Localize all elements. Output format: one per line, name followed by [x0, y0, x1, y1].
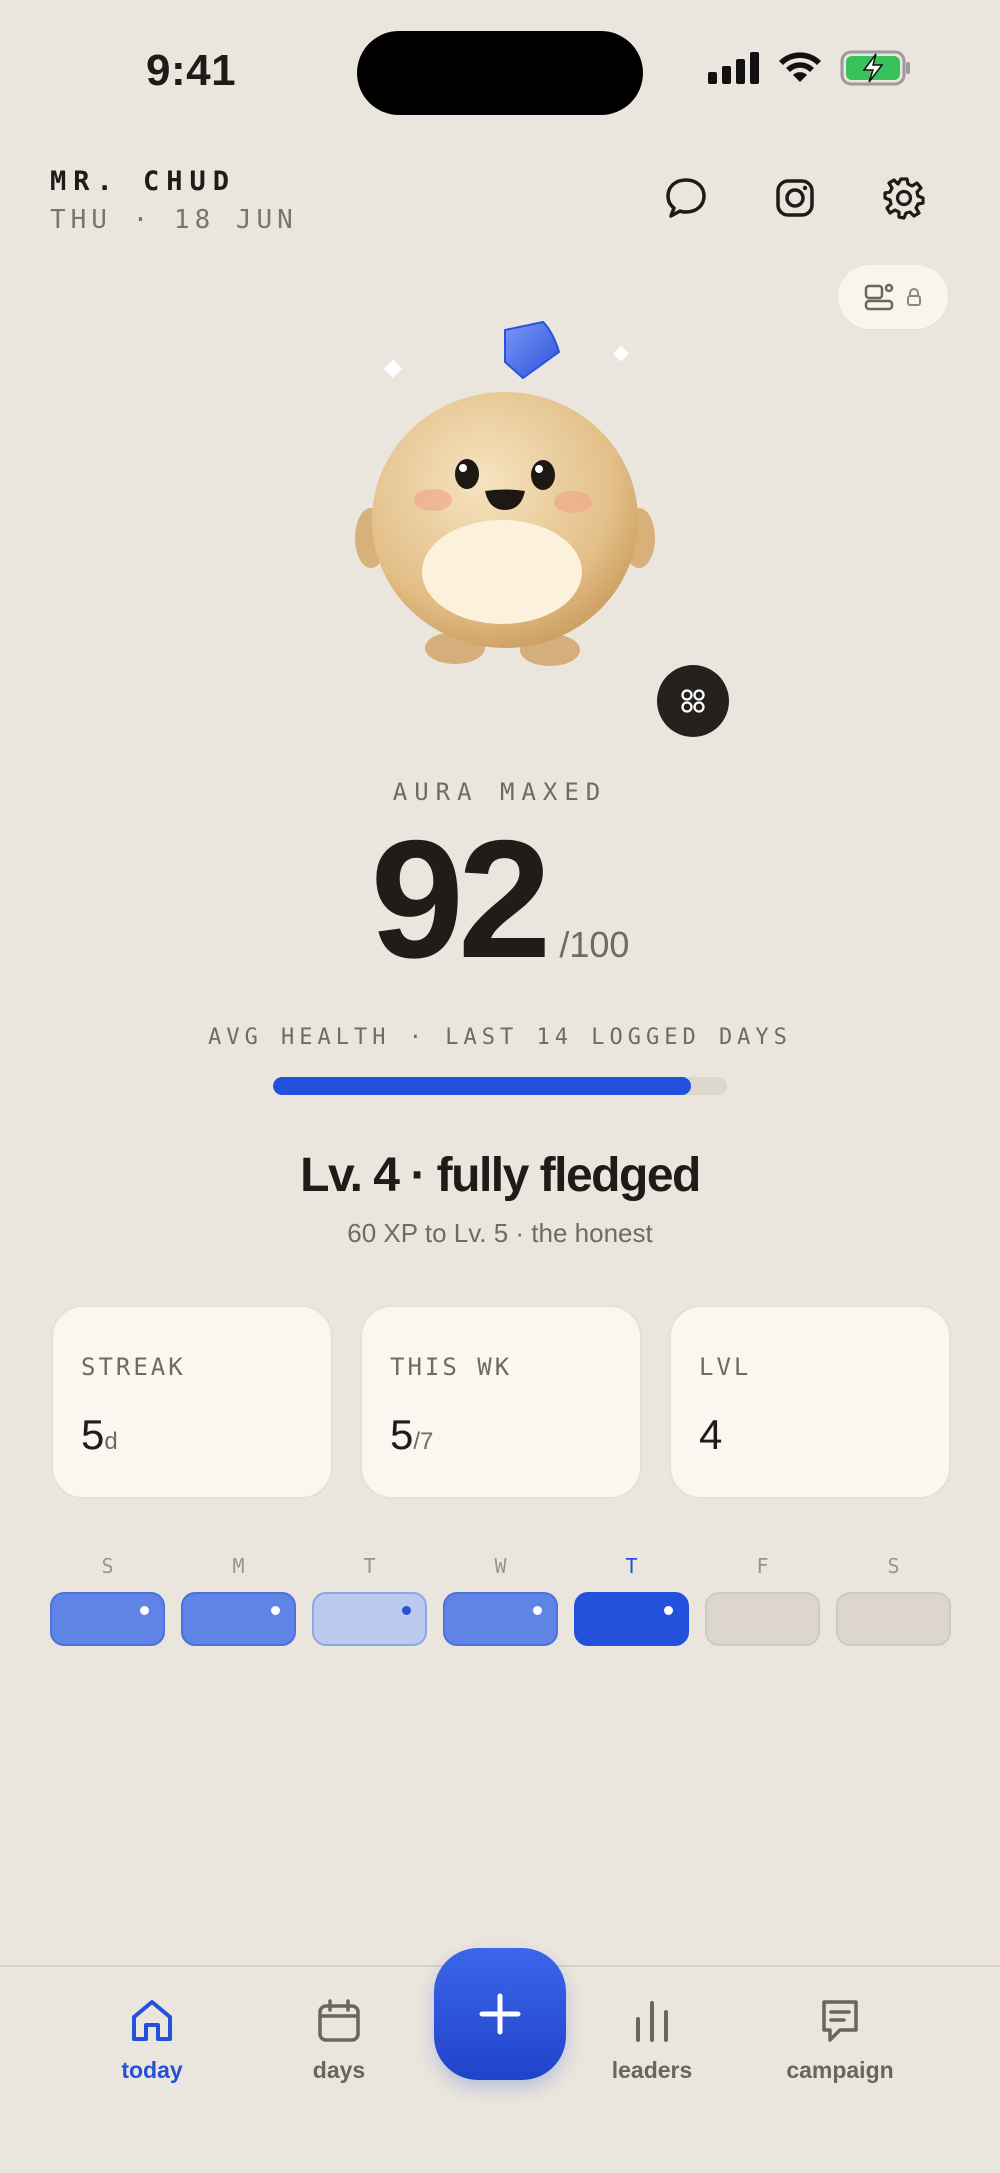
week-day-letter: T [625, 1554, 638, 1578]
instagram-button[interactable] [765, 168, 825, 228]
stat-card-label: THIS WK [390, 1353, 513, 1381]
avg-health-progress-fill [273, 1077, 691, 1095]
week-day-cell [574, 1592, 689, 1646]
week-day-letter: W [494, 1554, 507, 1578]
mascot-character[interactable] [345, 310, 665, 680]
week-day[interactable]: S [836, 1554, 951, 1646]
avg-health-label: AVG HEALTH · LAST 14 LOGGED DAYS [208, 1025, 792, 1050]
aura-score-value: 92 [370, 805, 552, 993]
tab-leaders[interactable]: leaders [577, 1997, 727, 2084]
stat-cards: STREAK 5d THIS WK 5/7 LVL 4 [51, 1305, 951, 1499]
stat-card-this-week[interactable]: THIS WK 5/7 [360, 1305, 642, 1499]
lock-icon [907, 288, 921, 306]
instagram-icon [776, 179, 814, 217]
chat-button[interactable] [656, 168, 716, 228]
tab-today[interactable]: today [77, 1997, 227, 2084]
widget-icon [864, 283, 894, 311]
week-day-cell [181, 1592, 296, 1646]
logged-dot [402, 1606, 411, 1615]
chat-bubble-icon [666, 178, 706, 218]
aura-score-max: /100 [559, 924, 630, 965]
week-day[interactable]: S [50, 1554, 165, 1646]
week-day-letter: S [887, 1554, 900, 1578]
stat-value-number: 5 [390, 1411, 414, 1458]
week-day-letter: M [232, 1554, 245, 1578]
week-day[interactable]: M [181, 1554, 296, 1646]
week-day-letter: F [756, 1554, 769, 1578]
settings-button[interactable] [874, 168, 934, 228]
tab-label: today [121, 2057, 183, 2083]
dynamic-island [357, 31, 643, 115]
logged-dot [533, 1606, 542, 1615]
stat-card-value: 4 [699, 1411, 921, 1459]
week-day-cell [705, 1592, 820, 1646]
tab-label: campaign [786, 2057, 894, 2083]
battery-charging-icon [840, 50, 910, 86]
calendar-icon [318, 1999, 360, 2042]
leaderboard-bars-icon [636, 2001, 668, 2042]
plus-icon [479, 1993, 521, 2035]
week-day[interactable]: T [312, 1554, 427, 1646]
stat-value-unit: d [104, 1428, 118, 1455]
stat-value-number: 4 [699, 1411, 723, 1458]
stat-value-number: 5 [81, 1411, 105, 1458]
tab-label: leaders [611, 2057, 693, 2083]
user-name: MR. CHUD [50, 166, 237, 197]
current-date: THU · 18 JUN [50, 205, 298, 235]
stat-card-streak[interactable]: STREAK 5d [51, 1305, 333, 1499]
avg-health-progress-bar [273, 1077, 727, 1095]
logged-dot [140, 1606, 149, 1615]
home-icon [132, 2000, 172, 2041]
tab-days[interactable]: days [264, 1997, 414, 2084]
week-day-cell [836, 1592, 951, 1646]
shapes-icon [681, 689, 705, 713]
week-day[interactable]: W [443, 1554, 558, 1646]
aura-score: 92/100 [0, 815, 1000, 983]
logged-dot [664, 1606, 673, 1615]
week-day-cell [312, 1592, 427, 1646]
stat-card-level[interactable]: LVL 4 [669, 1305, 951, 1499]
level-title: Lv. 4 · fully fledged [300, 1149, 701, 1202]
add-entry-button[interactable] [434, 1948, 566, 2080]
stat-value-unit: /7 [413, 1428, 434, 1455]
tab-label: days [312, 2057, 366, 2083]
status-time: 9:41 [146, 46, 237, 95]
week-day[interactable]: T [574, 1554, 689, 1646]
aura-status-label: AURA MAXED [392, 778, 608, 806]
privacy-lock-toggle[interactable] [838, 265, 948, 329]
week-day[interactable]: F [705, 1554, 820, 1646]
week-day-cell [50, 1592, 165, 1646]
stat-card-value: 5d [81, 1411, 303, 1459]
gear-icon [883, 177, 925, 220]
week-day-letter: T [363, 1554, 376, 1578]
logged-dot [271, 1606, 280, 1615]
week-day-cell [443, 1592, 558, 1646]
status-icons [708, 50, 912, 86]
customize-mascot-button[interactable] [657, 665, 729, 737]
level-subtitle: 60 XP to Lv. 5 · the honest [347, 1218, 653, 1248]
stat-card-label: STREAK [81, 1353, 186, 1381]
week-strip: SMTWTFS [50, 1554, 951, 1646]
tab-campaign[interactable]: campaign [765, 1997, 915, 2084]
stat-card-value: 5/7 [390, 1411, 612, 1459]
wifi-icon [779, 52, 821, 82]
week-day-letter: S [101, 1554, 114, 1578]
signal-icon [708, 52, 759, 84]
campaign-note-icon [822, 2000, 858, 2042]
stat-card-label: LVL [699, 1353, 752, 1381]
